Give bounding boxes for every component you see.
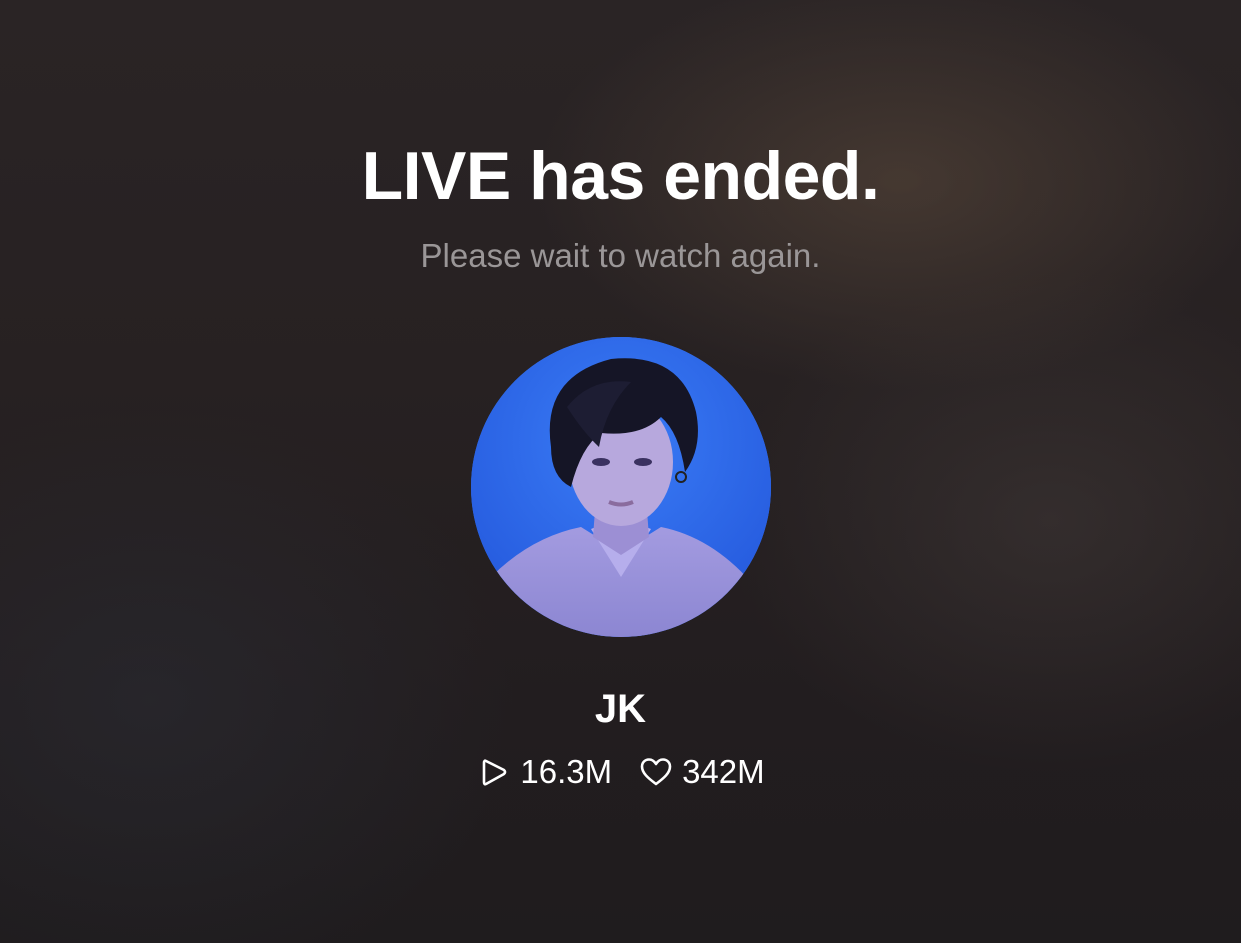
- live-ended-screen: LIVE has ended. Please wait to watch aga…: [0, 0, 1241, 943]
- avatar[interactable]: [471, 337, 771, 637]
- play-count: 16.3M: [476, 752, 612, 792]
- play-count-value: 16.3M: [520, 753, 613, 790]
- page-subtitle: Please wait to watch again.: [420, 237, 821, 274]
- like-count: 342M: [638, 752, 765, 792]
- heart-icon: [638, 754, 674, 790]
- stats-row: 16.3M 342M: [0, 752, 1241, 792]
- like-count-value: 342M: [682, 753, 765, 790]
- profile-name[interactable]: JK: [0, 686, 1241, 732]
- play-icon: [476, 754, 512, 790]
- profile-photo: [471, 337, 771, 637]
- page-title: LIVE has ended.: [361, 138, 880, 214]
